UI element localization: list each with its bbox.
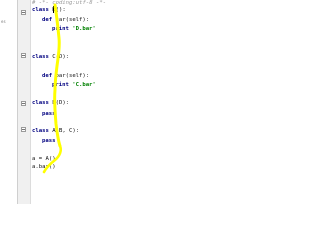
code-token: def: [42, 73, 53, 79]
fold-icon[interactable]: [21, 53, 26, 58]
code-token: print: [52, 26, 69, 32]
code-token: 'C.bar': [72, 82, 96, 88]
code-token: a.bar(): [32, 164, 56, 170]
code-token: B(D):: [48, 100, 70, 106]
code-token: 'D.bar': [72, 26, 96, 32]
code-token: D():: [48, 7, 66, 13]
code-token: pass: [42, 138, 56, 144]
code-line[interactable]: class D():: [32, 6, 66, 14]
code-token: class: [32, 128, 49, 134]
code-editor[interactable]: # -*- coding:utf-8 -*- class D(): def bar(…: [31, 0, 244, 204]
code-token: a = A(): [32, 156, 56, 162]
code-token: class: [32, 54, 49, 60]
fold-icon[interactable]: [21, 127, 26, 132]
code-line[interactable]: print 'D.bar': [52, 25, 96, 33]
code-line[interactable]: def bar(self):: [42, 72, 89, 80]
fold-icon[interactable]: [21, 10, 26, 15]
code-token: pass: [42, 111, 56, 117]
code-line[interactable]: print 'C.bar': [52, 81, 96, 89]
code-line[interactable]: class C(D):: [32, 53, 69, 61]
code-token: class: [32, 100, 49, 106]
code-token: def: [42, 17, 53, 23]
project-panel: es: [0, 0, 18, 204]
code-line[interactable]: def bar(self):: [42, 16, 89, 24]
code-line[interactable]: pass: [42, 110, 55, 118]
code-token: print: [52, 82, 69, 88]
code-line[interactable]: a.bar(): [32, 163, 56, 171]
code-token: bar(self):: [52, 17, 90, 23]
code-line[interactable]: a = A(): [32, 155, 56, 163]
code-token: C(D):: [48, 54, 70, 60]
fold-icon[interactable]: [21, 101, 26, 106]
code-line[interactable]: pass: [42, 137, 55, 145]
editor-gutter[interactable]: [18, 0, 31, 204]
code-line[interactable]: class B(D):: [32, 99, 69, 107]
code-token: A(B, C):: [48, 128, 80, 134]
code-line[interactable]: class A(B, C):: [32, 127, 79, 135]
project-tree-item[interactable]: es: [1, 20, 10, 24]
code-token: class: [32, 7, 49, 13]
code-token: bar(self):: [52, 73, 90, 79]
